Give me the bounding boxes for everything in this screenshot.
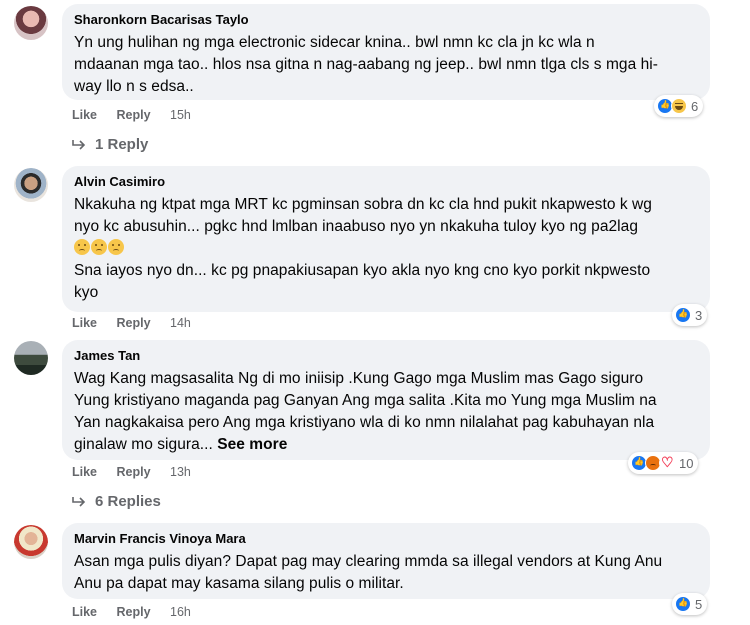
avatar[interactable]	[14, 168, 48, 202]
comment-text: Wag Kang magsasalita Ng di mo iniisip .K…	[74, 370, 657, 453]
reaction-count: 5	[695, 596, 703, 612]
comment-author[interactable]: Marvin Francis Vinoya Mara	[74, 531, 698, 547]
like-reaction-icon	[675, 596, 691, 612]
comment-time[interactable]: 13h	[170, 465, 191, 479]
reply-button[interactable]: Reply	[117, 316, 151, 330]
reply-button[interactable]: Reply	[117, 465, 151, 479]
comment-actions: Like Reply 13h	[72, 465, 207, 479]
comment-author[interactable]: Alvin Casimiro	[74, 174, 698, 190]
avatar[interactable]	[14, 6, 48, 40]
like-button[interactable]: Like	[72, 108, 97, 122]
view-replies-link[interactable]: 1 Reply	[72, 136, 148, 153]
comment-time[interactable]: 16h	[170, 605, 191, 619]
sad-face-emoji-icon	[91, 239, 107, 255]
comment-bubble: James Tan Wag Kang magsasalita Ng di mo …	[62, 340, 710, 460]
view-replies-link[interactable]: 6 Replies	[72, 493, 161, 510]
comment-actions: Like Reply 14h	[72, 316, 207, 330]
reaction-summary[interactable]: 10	[628, 452, 699, 474]
comment-bubble: Sharonkorn Bacarisas Taylo Yn ung huliha…	[62, 4, 710, 100]
haha-reaction-icon	[671, 98, 687, 114]
like-button[interactable]: Like	[72, 316, 97, 330]
comment-actions: Like Reply 16h	[72, 605, 207, 619]
love-reaction-icon	[659, 454, 675, 471]
avatar[interactable]	[14, 525, 48, 559]
reply-button[interactable]: Reply	[117, 605, 151, 619]
sad-face-emoji-icon	[108, 239, 124, 255]
emoji-row	[74, 238, 698, 260]
replies-label[interactable]: 6 Replies	[95, 493, 161, 510]
reply-arrow-icon	[72, 139, 86, 150]
comment-text: Nkakuha ng ktpat mga MRT kc pgminsan sob…	[74, 194, 698, 304]
replies-label[interactable]: 1 Reply	[95, 136, 148, 153]
reaction-summary[interactable]: 6	[654, 95, 704, 117]
reaction-count: 10	[679, 455, 694, 471]
comment-bubble: Marvin Francis Vinoya Mara Asan mga puli…	[62, 523, 710, 599]
comment-actions: Like Reply 15h	[72, 108, 207, 122]
reaction-summary[interactable]: 5	[672, 593, 708, 615]
reaction-count: 3	[695, 307, 703, 323]
avatar[interactable]	[14, 341, 48, 375]
comment-bubble: Alvin Casimiro Nkakuha ng ktpat mga MRT …	[62, 166, 710, 312]
reaction-count: 6	[691, 98, 699, 114]
comment-time[interactable]: 15h	[170, 108, 191, 122]
comment-author[interactable]: James Tan	[74, 348, 698, 364]
like-button[interactable]: Like	[72, 605, 97, 619]
sad-face-emoji-icon	[74, 239, 90, 255]
like-reaction-icon	[675, 307, 691, 323]
reply-arrow-icon	[72, 496, 86, 507]
see-more-link[interactable]: See more	[217, 436, 287, 453]
like-button[interactable]: Like	[72, 465, 97, 479]
comment-text: Yn ung hulihan ng mga electronic sidecar…	[74, 34, 658, 95]
comment-author[interactable]: Sharonkorn Bacarisas Taylo	[74, 12, 698, 28]
reply-button[interactable]: Reply	[117, 108, 151, 122]
comment-text: Asan mga pulis diyan? Dapat pag may clea…	[74, 553, 663, 592]
reaction-summary[interactable]: 3	[672, 304, 708, 326]
comment-time[interactable]: 14h	[170, 316, 191, 330]
